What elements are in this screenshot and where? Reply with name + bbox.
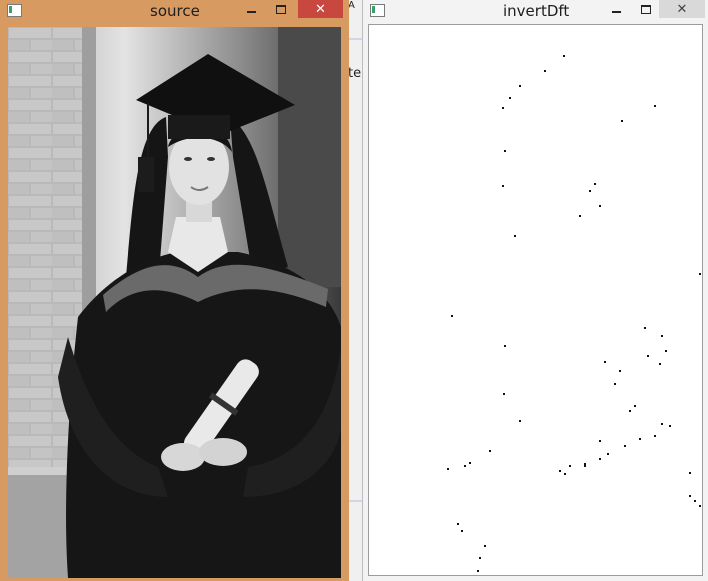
dft-speck: [479, 557, 481, 559]
dft-speck: [563, 55, 565, 57]
dft-speck: [699, 273, 701, 275]
window-app-icon[interactable]: [7, 4, 22, 17]
dft-speck: [519, 420, 521, 422]
maximize-button[interactable]: [633, 0, 659, 18]
source-window: source ✕: [0, 0, 349, 581]
minimize-icon: [611, 11, 621, 13]
dft-speck: [519, 85, 521, 87]
dft-speck: [559, 470, 561, 472]
invertdft-window: invertDft ✕: [362, 0, 708, 581]
dft-speck: [654, 435, 656, 437]
dft-speck: [624, 445, 626, 447]
dft-speck: [599, 458, 601, 460]
dft-speck: [502, 185, 504, 187]
dft-speck: [477, 570, 479, 572]
source-titlebar[interactable]: source ✕: [0, 0, 349, 22]
close-button[interactable]: ✕: [298, 0, 343, 18]
dft-speck: [689, 495, 691, 497]
maximize-icon: [641, 4, 651, 14]
dft-speck: [619, 370, 621, 372]
dft-speck: [661, 423, 663, 425]
dft-speck: [599, 440, 601, 442]
dft-speck: [484, 545, 486, 547]
dft-speck: [614, 383, 616, 385]
minimize-button[interactable]: [238, 0, 264, 18]
dft-speck: [647, 355, 649, 357]
source-image: [8, 27, 341, 578]
dft-speck: [604, 361, 606, 363]
dft-speck: [654, 105, 656, 107]
dft-speck: [503, 393, 505, 395]
maximize-icon: [276, 4, 286, 14]
dft-speck: [669, 425, 671, 427]
dft-speck-layer: [447, 55, 701, 572]
dft-speck: [584, 465, 586, 467]
dft-speck: [634, 405, 636, 407]
dft-speck: [457, 523, 459, 525]
dft-speck: [504, 345, 506, 347]
dft-speck: [644, 327, 646, 329]
window-app-icon[interactable]: [370, 4, 385, 17]
invertdft-image: [368, 24, 703, 576]
dft-speck: [594, 183, 596, 185]
dft-speck: [699, 505, 701, 507]
dft-speck: [564, 473, 566, 475]
dft-speck: [665, 350, 667, 352]
dft-speck: [659, 363, 661, 365]
dft-speck: [451, 315, 453, 317]
dft-speck: [599, 205, 601, 207]
minimize-button[interactable]: [603, 0, 629, 18]
dft-speck: [509, 97, 511, 99]
graduate-photo: [8, 27, 341, 578]
dft-speck: [544, 70, 546, 72]
minimize-icon: [246, 11, 256, 13]
dft-speck: [514, 235, 516, 237]
dft-speck: [461, 530, 463, 532]
dft-speck: [639, 438, 641, 440]
dft-speck: [694, 500, 696, 502]
dft-speck: [469, 462, 471, 464]
dft-speck: [621, 120, 623, 122]
maximize-button[interactable]: [268, 0, 294, 18]
window-title: invertDft: [503, 2, 570, 20]
close-icon: ✕: [315, 1, 326, 17]
dft-speck: [579, 215, 581, 217]
background-letter: A: [348, 0, 355, 11]
dft-speck: [504, 150, 506, 152]
dft-speck: [464, 465, 466, 467]
dft-speck: [584, 463, 586, 465]
dft-speck: [661, 335, 663, 337]
dft-speck: [629, 410, 631, 412]
dft-speck: [447, 468, 449, 470]
window-title: source: [150, 2, 200, 20]
close-button[interactable]: ✕: [659, 0, 705, 18]
dft-speck: [689, 472, 691, 474]
dft-speck: [589, 190, 591, 192]
background-letter: te: [348, 66, 362, 81]
close-icon: ✕: [676, 1, 688, 17]
dft-speck: [502, 107, 504, 109]
dft-speck: [489, 450, 491, 452]
dft-speck: [607, 453, 609, 455]
dft-speck: [569, 465, 571, 467]
invertdft-titlebar[interactable]: invertDft ✕: [363, 0, 708, 22]
